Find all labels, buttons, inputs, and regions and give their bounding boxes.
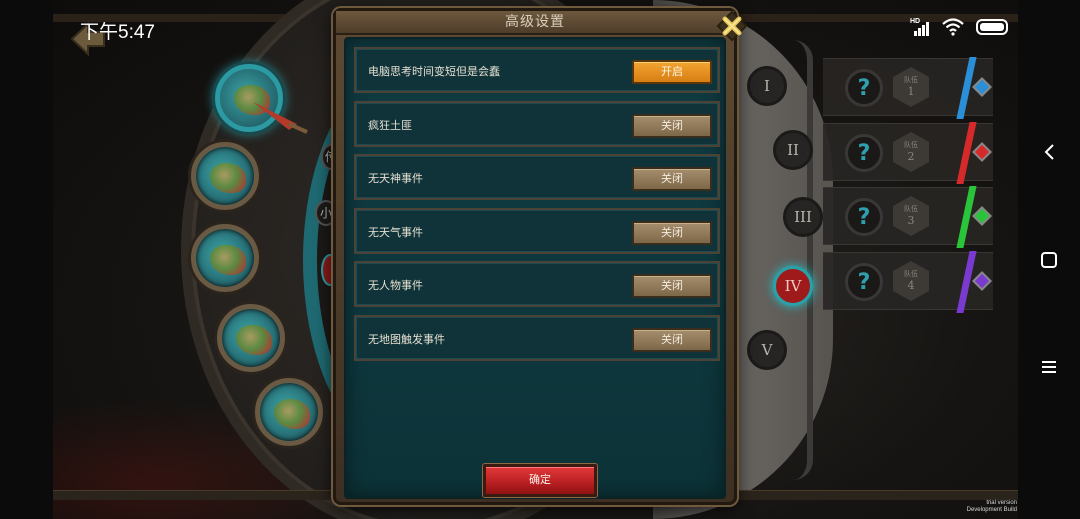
- chapter-button-1[interactable]: I: [747, 66, 787, 106]
- option-toggle-button[interactable]: 开启: [632, 60, 712, 84]
- team-gem-icon: [972, 206, 992, 226]
- map-thumbnail-5[interactable]: [255, 378, 323, 446]
- wifi-icon: [942, 18, 964, 36]
- team-row-1[interactable]: ? 队伍 1: [823, 57, 993, 119]
- team-badge: 队伍 2: [893, 132, 929, 172]
- team-gem-icon: [972, 77, 992, 97]
- option-row-no-character-events: 无人物事件 关闭: [354, 261, 720, 307]
- chapter-button-5[interactable]: V: [747, 330, 787, 370]
- option-row-fast-ai: 电脑思考时间变短但是会蠢 开启: [354, 47, 720, 93]
- chapter-button-2[interactable]: II: [773, 130, 813, 170]
- team-row-2[interactable]: ? 队伍 2: [823, 122, 993, 184]
- option-toggle-button[interactable]: 关闭: [632, 221, 712, 245]
- option-toggle-button[interactable]: 关闭: [632, 167, 712, 191]
- team-badge: 队伍 3: [893, 196, 929, 236]
- option-label: 无天神事件: [368, 172, 423, 185]
- team-gem-icon: [972, 142, 992, 162]
- network-badge: HD: [910, 18, 921, 25]
- unknown-player-icon: ?: [845, 134, 883, 172]
- team-row-4[interactable]: ? 队伍 4: [823, 251, 993, 313]
- chapter-button-3[interactable]: III: [783, 197, 823, 237]
- option-toggle-button[interactable]: 关闭: [632, 328, 712, 352]
- option-label: 无地图触发事件: [368, 333, 445, 346]
- build-watermark: trial version Development Build: [935, 500, 1017, 514]
- unknown-player-icon: ?: [845, 198, 883, 236]
- team-badge: 队伍 4: [893, 261, 929, 301]
- team-badge: 队伍 1: [893, 67, 929, 107]
- team-row-3[interactable]: ? 队伍 3: [823, 186, 993, 248]
- nav-back-icon[interactable]: [1036, 139, 1062, 165]
- option-row-no-map-events: 无地图触发事件 关闭: [354, 315, 720, 361]
- watermark-line-2: Development Build: [966, 507, 1017, 513]
- option-label: 电脑思考时间变短但是会蠢: [368, 65, 500, 78]
- sword-icon: [253, 102, 308, 134]
- settings-panel: 电脑思考时间变短但是会蠢 开启 疯狂土匪 关闭 无天神事件 关闭 无天气事件 关…: [344, 37, 726, 499]
- team-gem-icon: [972, 271, 992, 291]
- nav-menu-icon[interactable]: [1036, 354, 1062, 380]
- option-toggle-button[interactable]: 关闭: [632, 114, 712, 138]
- signal-icon: HD: [910, 18, 930, 36]
- dialog-title: 高级设置: [505, 14, 565, 30]
- advanced-settings-dialog: 高级设置 电脑思考时间变短但是会蠢 开启 疯狂土匪 关闭 无天神事件 关闭 无天…: [333, 8, 748, 505]
- option-label: 疯狂土匪: [368, 119, 412, 132]
- option-row-crazy-bandits: 疯狂土匪 关闭: [354, 101, 720, 147]
- chapter-wheel-edge: [793, 40, 813, 480]
- clock: 下午5:47: [80, 22, 155, 43]
- map-thumbnail-2[interactable]: [191, 142, 259, 210]
- option-label: 无人物事件: [368, 279, 423, 292]
- watermark-line-1: trial version: [986, 500, 1017, 506]
- nav-home-icon[interactable]: [1036, 247, 1062, 273]
- option-row-no-god-events: 无天神事件 关闭: [354, 154, 720, 200]
- unknown-player-icon: ?: [845, 69, 883, 107]
- unknown-player-icon: ?: [845, 263, 883, 301]
- option-label: 无天气事件: [368, 226, 423, 239]
- option-row-no-weather-events: 无天气事件 关闭: [354, 208, 720, 254]
- option-toggle-button[interactable]: 关闭: [632, 274, 712, 298]
- confirm-button[interactable]: 确定: [483, 464, 597, 497]
- map-thumbnail-3[interactable]: [191, 224, 259, 292]
- dialog-header: 高级设置: [336, 11, 734, 35]
- battery-icon: [976, 19, 1008, 35]
- map-thumbnail-4[interactable]: [217, 304, 285, 372]
- chapter-button-4[interactable]: IV: [773, 266, 813, 306]
